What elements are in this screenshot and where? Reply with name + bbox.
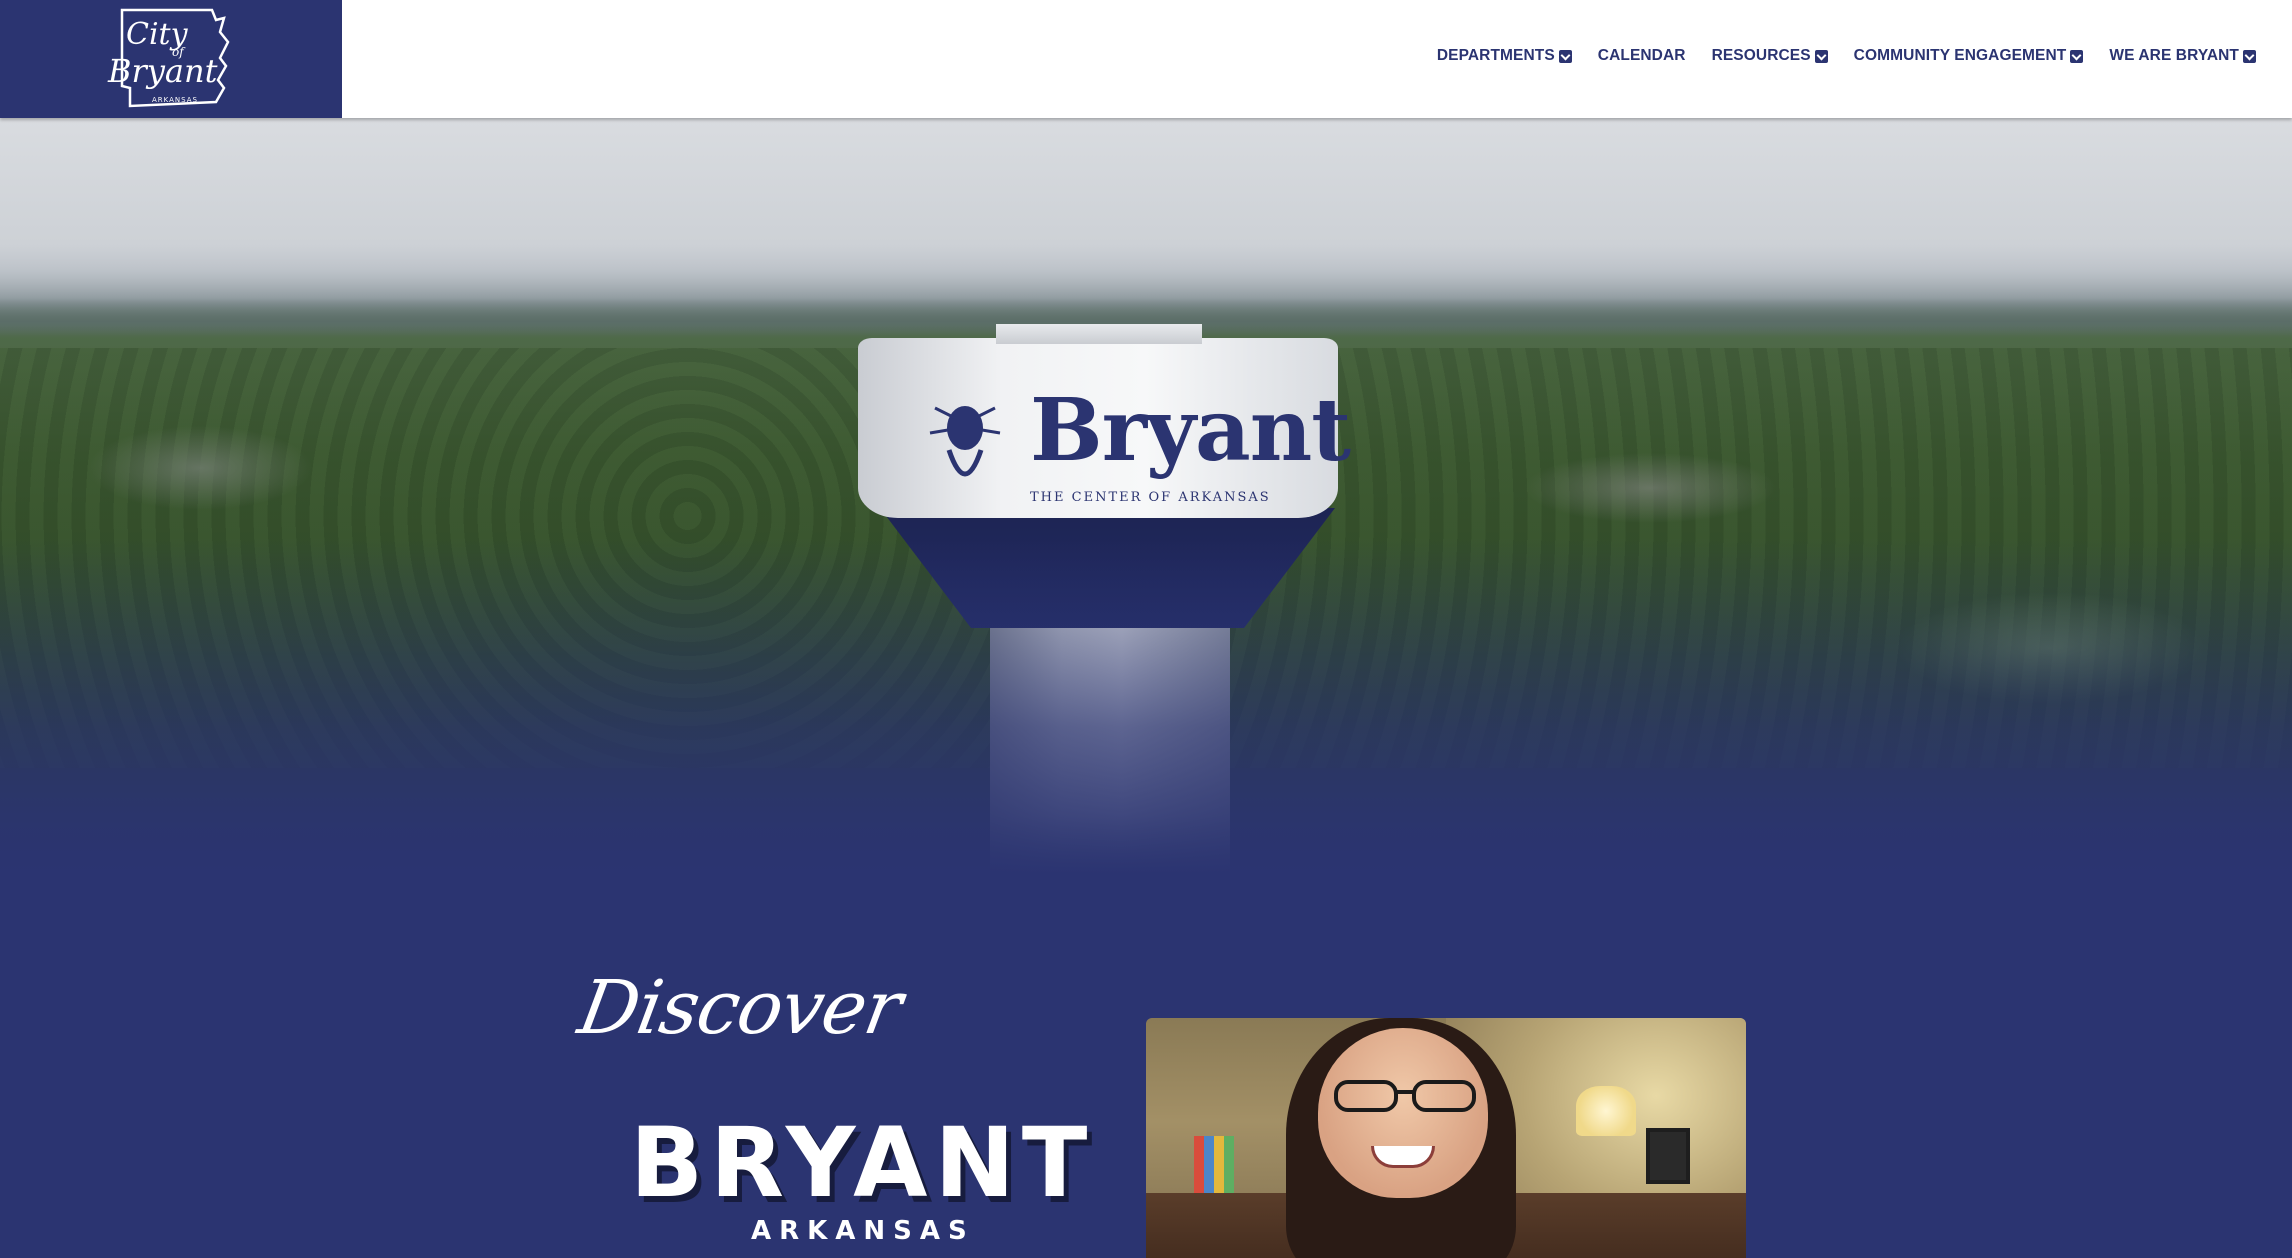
glasses-icon bbox=[1334, 1080, 1476, 1112]
chevron-down-icon bbox=[1814, 49, 1828, 63]
logo-text-arkansas: ARKANSAS bbox=[152, 96, 198, 104]
nav-resources-label: RESOURCES bbox=[1711, 47, 1811, 64]
hero-fade bbox=[0, 538, 2292, 958]
main-navigation: DEPARTMENTS CALENDAR RESOURCES COMMUNITY… bbox=[1411, 0, 2256, 112]
water-tower-tagline: THE CENTER OF ARKANSAS bbox=[1030, 490, 1271, 505]
logo-text-bryant: Bryant bbox=[107, 52, 218, 90]
nav-resources[interactable]: RESOURCES bbox=[1712, 47, 1828, 65]
water-tower-railing bbox=[996, 324, 1202, 344]
water-tower-label: Bryant bbox=[1030, 380, 1351, 481]
state-subtitle: ARKANSAS bbox=[751, 1216, 975, 1246]
city-logo-icon: City of Bryant ARKANSAS bbox=[107, 8, 230, 108]
chevron-down-icon bbox=[2070, 49, 2084, 63]
nav-departments[interactable]: DEPARTMENTS bbox=[1437, 47, 1572, 65]
site-logo-link[interactable]: City of Bryant ARKANSAS bbox=[0, 0, 342, 118]
nav-calendar[interactable]: CALENDAR bbox=[1598, 47, 1686, 65]
nav-we-are-bryant[interactable]: WE ARE BRYANT bbox=[2109, 47, 2256, 65]
video-picture-frame bbox=[1646, 1128, 1690, 1184]
video-books bbox=[1194, 1136, 1234, 1196]
chevron-down-icon bbox=[2243, 49, 2256, 63]
nav-community-engagement[interactable]: COMMUNITY ENGAGEMENT bbox=[1854, 47, 2084, 65]
chevron-down-icon bbox=[1558, 49, 1572, 63]
nav-we-are-bryant-label: WE ARE BRYANT bbox=[2109, 47, 2239, 64]
hornet-mascot-icon bbox=[929, 406, 1001, 477]
video-lamp bbox=[1576, 1086, 1636, 1136]
discover-heading: Discover bbox=[572, 965, 908, 1051]
welcome-video[interactable] bbox=[1146, 1018, 1746, 1258]
city-title: BRYANT bbox=[630, 1107, 1095, 1219]
site-header: City of Bryant ARKANSAS DEPARTMENTS CALE… bbox=[0, 0, 2292, 118]
nav-departments-label: DEPARTMENTS bbox=[1436, 47, 1555, 64]
nav-community-engagement-label: COMMUNITY ENGAGEMENT bbox=[1853, 47, 2067, 64]
nav-calendar-label: CALENDAR bbox=[1597, 47, 1686, 64]
sky bbox=[0, 118, 2292, 328]
hero-aerial-image: Bryant THE CENTER OF ARKANSAS bbox=[0, 118, 2292, 958]
